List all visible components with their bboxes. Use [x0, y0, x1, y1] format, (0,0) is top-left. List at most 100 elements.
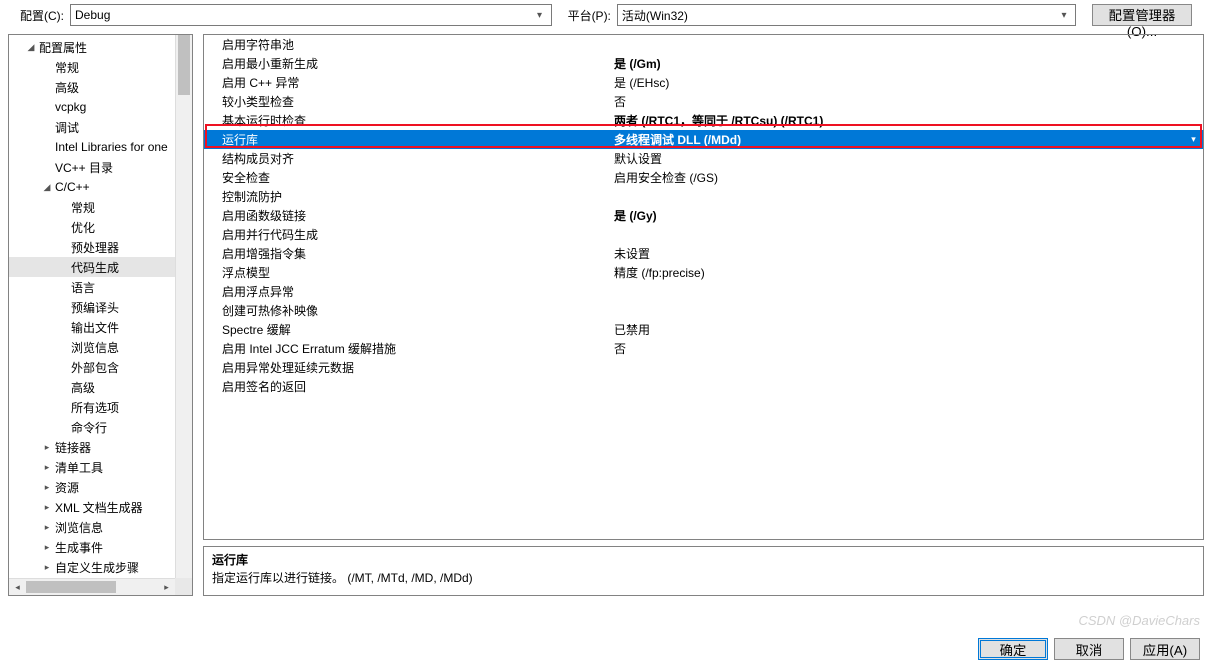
scroll-right-icon[interactable]: ▸: [158, 579, 175, 596]
property-row[interactable]: 较小类型检查否: [204, 92, 1203, 111]
property-value: 启用安全检查 (/GS): [614, 169, 1203, 186]
cancel-button[interactable]: 取消: [1054, 638, 1124, 660]
property-row[interactable]: 基本运行时检查两者 (/RTC1，等同于 /RTCsu) (/RTC1): [204, 111, 1203, 130]
property-row[interactable]: 启用异常处理延续元数据: [204, 358, 1203, 377]
property-row[interactable]: 浮点模型精度 (/fp:precise): [204, 263, 1203, 282]
scrollbar-thumb[interactable]: [178, 35, 190, 95]
tree-label: 预编译头: [69, 299, 119, 316]
description-text: 指定运行库以进行链接。 (/MT, /MTd, /MD, /MDd): [212, 569, 1195, 587]
property-value: 已禁用: [614, 321, 1203, 338]
property-row[interactable]: Spectre 缓解已禁用: [204, 320, 1203, 339]
tree-label: 高级: [69, 379, 95, 396]
tree-label: 配置属性: [37, 39, 87, 56]
property-row[interactable]: 启用最小重新生成是 (/Gm): [204, 54, 1203, 73]
tree-item[interactable]: ▸链接器: [9, 437, 175, 457]
chevron-down-icon[interactable]: ▾: [1186, 132, 1201, 147]
tree-item[interactable]: Intel Libraries for one: [9, 137, 175, 157]
tree-item[interactable]: 代码生成: [9, 257, 175, 277]
property-name: 基本运行时检查: [204, 112, 614, 129]
property-row[interactable]: 启用并行代码生成: [204, 225, 1203, 244]
caret-icon: ▸: [41, 542, 53, 553]
property-row[interactable]: 启用浮点异常: [204, 282, 1203, 301]
config-combo[interactable]: Debug ▾: [70, 4, 552, 26]
property-name: 启用浮点异常: [204, 283, 614, 300]
tree-label: Intel Libraries for one: [53, 140, 168, 154]
caret-icon: ▸: [41, 562, 53, 573]
tree-item[interactable]: 常规: [9, 57, 175, 77]
property-value: 是 (/Gm): [614, 55, 1203, 72]
tree-scrollbar-vertical[interactable]: [175, 35, 192, 578]
tree-label: 链接器: [53, 439, 91, 456]
tree-item[interactable]: 输出文件: [9, 317, 175, 337]
property-value: 多线程调试 DLL (/MDd): [614, 131, 1203, 148]
tree-scrollbar-horizontal[interactable]: ◂ ▸: [9, 578, 175, 595]
tree-label: 常规: [69, 199, 95, 216]
property-value: 是 (/EHsc): [614, 74, 1203, 91]
tree-label: 资源: [53, 479, 79, 496]
tree-item[interactable]: 所有选项: [9, 397, 175, 417]
caret-icon: ◢: [25, 42, 37, 53]
tree-label: 预处理器: [69, 239, 119, 256]
property-row[interactable]: 启用增强指令集未设置: [204, 244, 1203, 263]
tree-item[interactable]: ◢配置属性: [9, 37, 175, 57]
apply-button[interactable]: 应用(A): [1130, 638, 1200, 660]
tree-item[interactable]: 高级: [9, 377, 175, 397]
tree-item[interactable]: ◢C/C++: [9, 177, 175, 197]
tree-item[interactable]: 命令行: [9, 417, 175, 437]
property-name: 运行库: [204, 131, 614, 148]
property-name: 启用异常处理延续元数据: [204, 359, 614, 376]
tree-item[interactable]: VC++ 目录: [9, 157, 175, 177]
property-value: 是 (/Gy): [614, 207, 1203, 224]
property-name: Spectre 缓解: [204, 321, 614, 338]
tree-item[interactable]: 预处理器: [9, 237, 175, 257]
property-row[interactable]: 创建可热修补映像: [204, 301, 1203, 320]
property-name: 安全检查: [204, 169, 614, 186]
tree-item[interactable]: vcpkg: [9, 97, 175, 117]
tree-item[interactable]: ▸生成事件: [9, 537, 175, 557]
property-name: 浮点模型: [204, 264, 614, 281]
property-row[interactable]: 运行库多线程调试 DLL (/MDd)▾: [204, 130, 1203, 149]
property-row[interactable]: 启用签名的返回: [204, 377, 1203, 396]
caret-icon: ▸: [41, 462, 53, 473]
property-value: 否: [614, 93, 1203, 110]
property-row[interactable]: 启用函数级链接是 (/Gy): [204, 206, 1203, 225]
tree-item[interactable]: ▸清单工具: [9, 457, 175, 477]
tree-item[interactable]: ▸XML 文档生成器: [9, 497, 175, 517]
config-manager-button[interactable]: 配置管理器(O)...: [1092, 4, 1192, 26]
property-name: 控制流防护: [204, 188, 614, 205]
property-row[interactable]: 安全检查启用安全检查 (/GS): [204, 168, 1203, 187]
property-name: 启用字符串池: [204, 36, 614, 53]
tree-item[interactable]: 预编译头: [9, 297, 175, 317]
tree-item[interactable]: 常规: [9, 197, 175, 217]
tree-item[interactable]: 高级: [9, 77, 175, 97]
tree-item[interactable]: 优化: [9, 217, 175, 237]
property-name: 启用增强指令集: [204, 245, 614, 262]
description-title: 运行库: [212, 551, 1195, 569]
tree-label: 生成事件: [53, 539, 103, 556]
tree-item[interactable]: 浏览信息: [9, 337, 175, 357]
ok-button[interactable]: 确定: [978, 638, 1048, 660]
tree-label: 代码生成: [69, 259, 119, 276]
property-row[interactable]: 结构成员对齐默认设置: [204, 149, 1203, 168]
tree-item[interactable]: 语言: [9, 277, 175, 297]
platform-label: 平台(P):: [568, 7, 611, 24]
scroll-left-icon[interactable]: ◂: [9, 579, 26, 596]
property-row[interactable]: 控制流防护: [204, 187, 1203, 206]
tree-item[interactable]: ▸资源: [9, 477, 175, 497]
tree-item[interactable]: ▸自定义生成步骤: [9, 557, 175, 577]
caret-icon: ▸: [41, 442, 53, 453]
tree-item[interactable]: ▸浏览信息: [9, 517, 175, 537]
property-row[interactable]: 启用 Intel JCC Erratum 缓解措施否: [204, 339, 1203, 358]
property-name: 启用 Intel JCC Erratum 缓解措施: [204, 340, 614, 357]
property-row[interactable]: 启用字符串池: [204, 35, 1203, 54]
property-row[interactable]: 启用 C++ 异常是 (/EHsc): [204, 73, 1203, 92]
platform-combo[interactable]: 活动(Win32) ▾: [617, 4, 1076, 26]
scrollbar-thumb[interactable]: [26, 581, 116, 593]
config-value: Debug: [75, 8, 533, 22]
description-pane: 运行库 指定运行库以进行链接。 (/MT, /MTd, /MD, /MDd): [203, 546, 1204, 596]
tree-item[interactable]: 外部包含: [9, 357, 175, 377]
tree-item[interactable]: 调试: [9, 117, 175, 137]
property-value: 否: [614, 340, 1203, 357]
property-name: 创建可热修补映像: [204, 302, 614, 319]
tree-label: C/C++: [53, 180, 90, 194]
